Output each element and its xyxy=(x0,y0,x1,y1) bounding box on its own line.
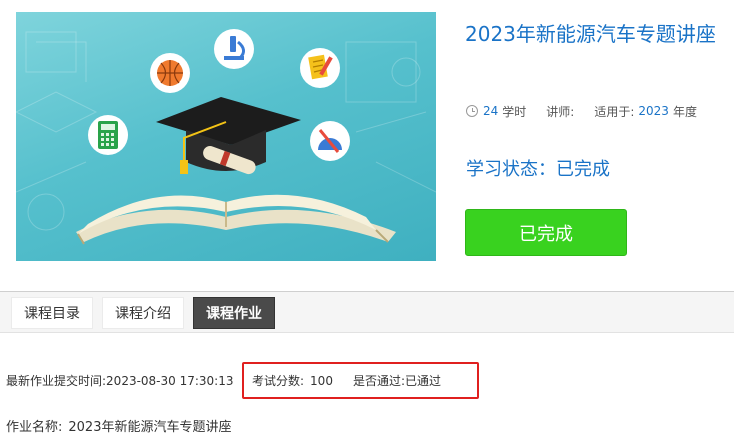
homework-name-label: 作业名称: xyxy=(6,420,63,435)
hours-unit: 学时 xyxy=(502,104,527,119)
course-title: 2023年新能源汽车专题讲座 xyxy=(465,22,716,46)
applies-label: 适用于: xyxy=(594,104,635,119)
study-status: 学习状态：已完成 xyxy=(466,159,610,180)
open-book-icon xyxy=(76,194,396,245)
course-meta: 24 学时 讲师: 适用于: 2023 年度 xyxy=(466,103,697,119)
exam-score: 考试分数: 100 xyxy=(252,372,333,389)
tab-course-catalog[interactable]: 课程目录 xyxy=(11,297,93,329)
score-label: 考试分数: xyxy=(252,374,305,388)
lecturer-label: 讲师: xyxy=(546,104,575,119)
protractor-icon xyxy=(310,121,350,161)
course-banner-image xyxy=(16,12,436,261)
tab-course-intro[interactable]: 课程介绍 xyxy=(102,297,184,329)
homework-name: 作业名称: 2023年新能源汽车专题讲座 xyxy=(6,416,231,435)
tab-course-homework[interactable]: 课程作业 xyxy=(193,297,275,329)
passed-label: 是否通过: xyxy=(353,374,406,388)
basketball-icon xyxy=(150,53,190,93)
clock-icon xyxy=(466,105,478,117)
completed-button[interactable]: 已完成 xyxy=(465,209,627,256)
passed-value: 已通过 xyxy=(405,374,442,388)
microscope-icon xyxy=(214,29,254,69)
notepad-pencil-icon xyxy=(300,48,340,88)
applies-unit: 年度 xyxy=(672,104,697,119)
graduation-cap-icon xyxy=(156,97,301,175)
homework-name-value: 2023年新能源汽车专题讲座 xyxy=(68,420,232,435)
submit-time-label: 最新作业提交时间: xyxy=(6,374,107,388)
course-tabs: 课程目录 课程介绍 课程作业 xyxy=(0,291,734,333)
pass-status: 是否通过:已通过 xyxy=(353,372,441,389)
applies-year: 2023 xyxy=(638,104,669,118)
score-value: 100 xyxy=(310,374,333,388)
submit-time-value: 2023-08-30 17:30:13 xyxy=(106,374,234,388)
homework-submit-time: 最新作业提交时间:2023-08-30 17:30:13 xyxy=(6,372,234,389)
hours-value: 24 xyxy=(483,104,499,118)
calculator-icon xyxy=(88,115,128,155)
